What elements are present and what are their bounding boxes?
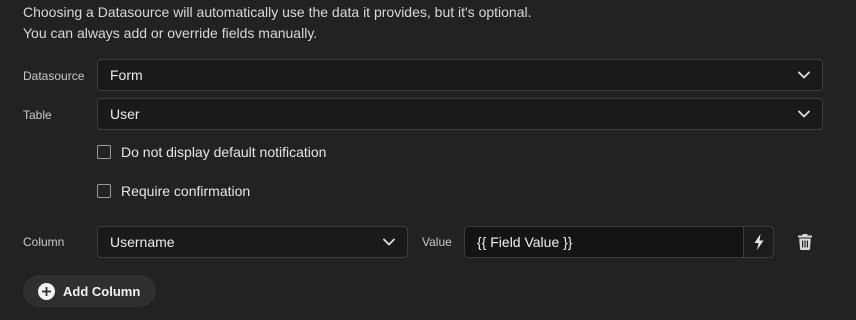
require-confirmation-checkbox[interactable]: Require confirmation <box>97 183 250 199</box>
require-confirmation-label: Require confirmation <box>121 183 251 199</box>
no-notification-checkbox[interactable]: Do not display default notification <box>97 144 326 160</box>
lightning-icon <box>754 234 763 250</box>
table-select[interactable]: User <box>97 98 823 130</box>
chevron-down-icon <box>798 110 810 118</box>
datasource-label: Datasource <box>23 69 85 83</box>
column-select[interactable]: Username <box>97 226 408 258</box>
trash-icon <box>798 234 812 250</box>
datasource-value: Form <box>110 67 143 83</box>
column-label: Column <box>23 235 65 249</box>
intro-text: Choosing a Datasource will automatically… <box>23 2 532 44</box>
chevron-down-icon <box>798 71 810 79</box>
value-input[interactable]: {{ Field Value }} <box>464 226 774 258</box>
add-column-label: Add Column <box>63 283 141 299</box>
value-text[interactable]: {{ Field Value }} <box>465 234 743 250</box>
chevron-down-icon <box>383 238 395 246</box>
column-value: Username <box>110 234 175 250</box>
delete-column-button[interactable] <box>797 233 813 251</box>
table-label: Table <box>23 108 52 122</box>
value-label: Value <box>422 235 452 249</box>
binding-button[interactable] <box>743 227 773 257</box>
no-notification-label: Do not display default notification <box>121 144 327 160</box>
add-column-button[interactable]: Add Column <box>23 275 157 307</box>
datasource-select[interactable]: Form <box>97 59 823 91</box>
intro-line-2: You can always add or override fields ma… <box>23 25 318 41</box>
checkbox-box[interactable] <box>97 145 111 159</box>
checkbox-box[interactable] <box>97 184 111 198</box>
intro-line-1: Choosing a Datasource will automatically… <box>23 4 532 20</box>
table-value: User <box>110 106 140 122</box>
plus-circle-icon <box>38 282 55 300</box>
